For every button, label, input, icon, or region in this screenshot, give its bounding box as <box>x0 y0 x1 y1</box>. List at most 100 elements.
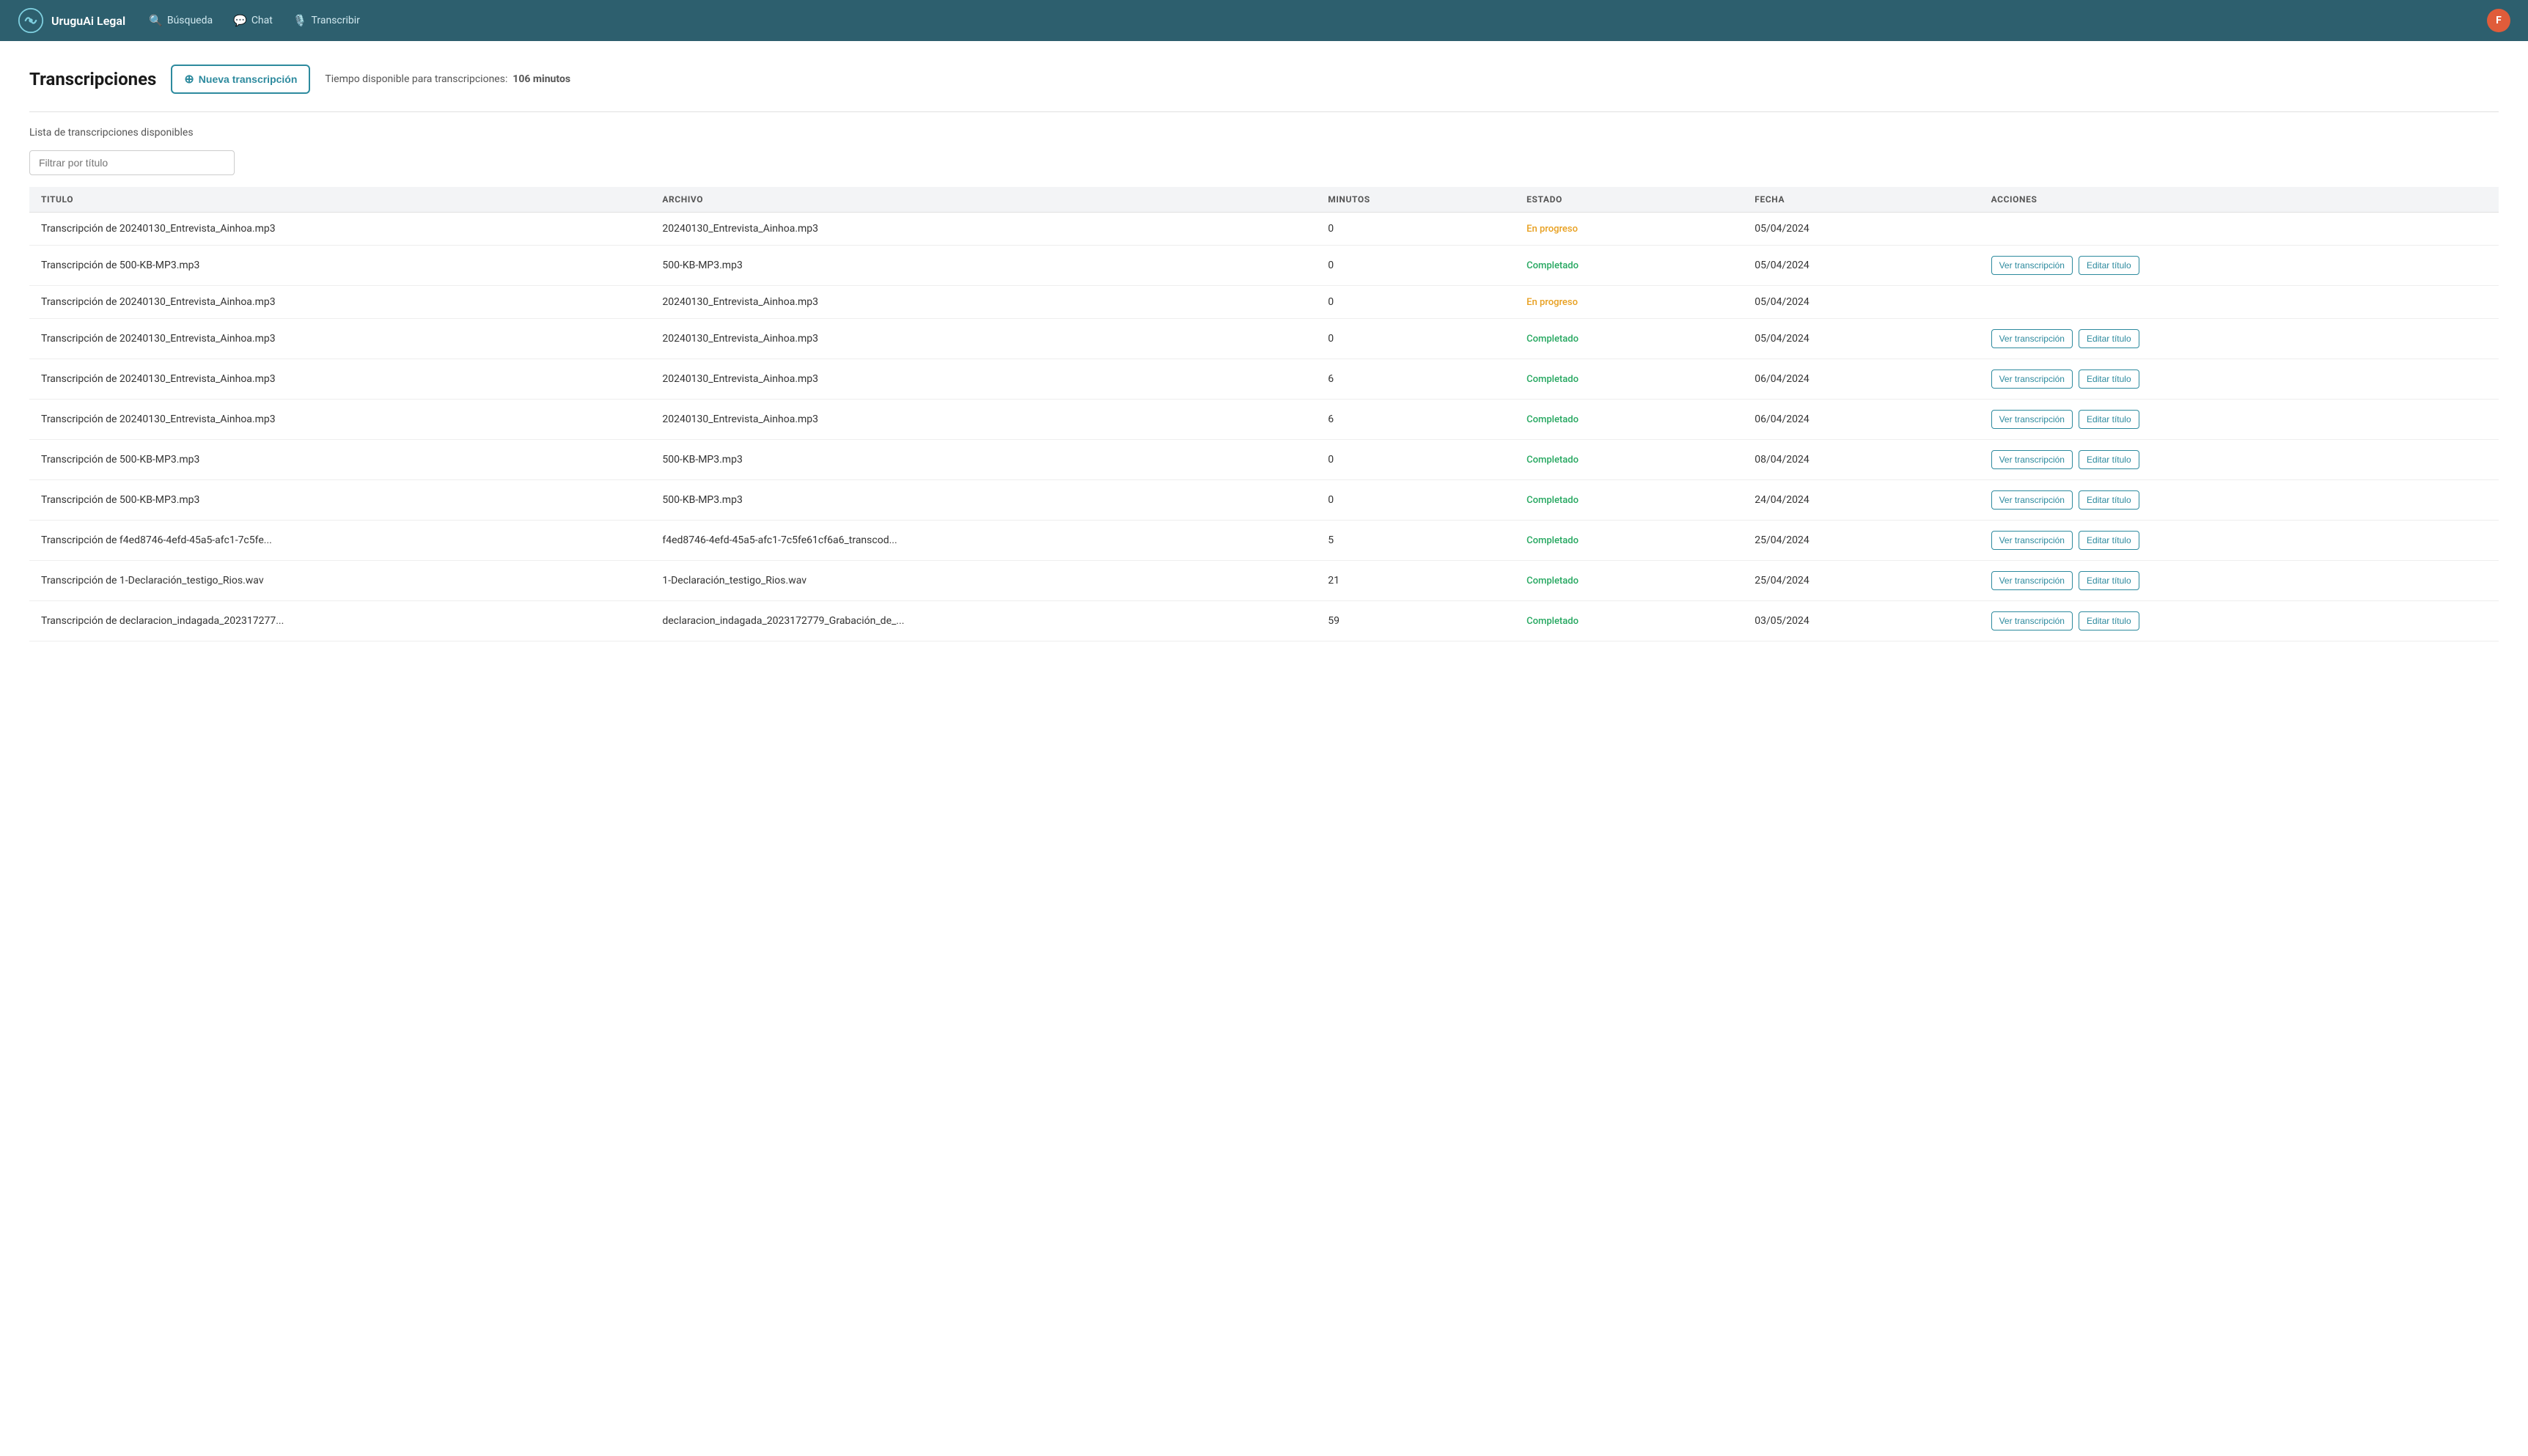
table-row: Transcripción de 500-KB-MP3.mp3 500-KB-M… <box>29 480 2499 521</box>
cell-acciones: Ver transcripción Editar título <box>1980 480 2499 521</box>
cell-titulo: Transcripción de 500-KB-MP3.mp3 <box>29 440 650 480</box>
table-row: Transcripción de 500-KB-MP3.mp3 500-KB-M… <box>29 246 2499 286</box>
col-archivo: ARCHIVO <box>650 187 1316 213</box>
cell-archivo: 500-KB-MP3.mp3 <box>650 440 1316 480</box>
cell-estado: Completado <box>1515 480 1743 521</box>
editar-título-button-7[interactable]: Editar título <box>2079 490 2139 510</box>
cell-titulo: Transcripción de f4ed8746-4efd-45a5-afc1… <box>29 521 650 561</box>
cell-archivo: 20240130_Entrevista_Ainhoa.mp3 <box>650 286 1316 319</box>
cell-minutos: 6 <box>1316 400 1515 440</box>
cell-estado: Completado <box>1515 359 1743 400</box>
cell-fecha: 06/04/2024 <box>1743 359 1979 400</box>
ver-transcripción-button-3[interactable]: Ver transcripción <box>1991 329 2073 348</box>
cell-titulo: Transcripción de 500-KB-MP3.mp3 <box>29 246 650 286</box>
cell-acciones <box>1980 286 2499 319</box>
filter-input[interactable] <box>29 150 235 175</box>
ver-transcripción-button-7[interactable]: Ver transcripción <box>1991 490 2073 510</box>
cell-acciones: Ver transcripción Editar título <box>1980 246 2499 286</box>
cell-fecha: 06/04/2024 <box>1743 400 1979 440</box>
ver-transcripción-button-9[interactable]: Ver transcripción <box>1991 571 2073 590</box>
cell-titulo: Transcripción de 1-Declaración_testigo_R… <box>29 561 650 601</box>
new-transcription-button[interactable]: ⊕ Nueva transcripción <box>171 65 310 94</box>
editar-título-button-4[interactable]: Editar título <box>2079 369 2139 389</box>
cell-estado: Completado <box>1515 319 1743 359</box>
user-avatar[interactable]: F <box>2487 9 2510 32</box>
cell-estado: Completado <box>1515 521 1743 561</box>
cell-titulo: Transcripción de 20240130_Entrevista_Ain… <box>29 359 650 400</box>
nav-busqueda-label: Búsqueda <box>167 15 213 26</box>
cell-titulo: Transcripción de 20240130_Entrevista_Ain… <box>29 213 650 246</box>
editar-título-button-10[interactable]: Editar título <box>2079 611 2139 630</box>
cell-estado: Completado <box>1515 246 1743 286</box>
cell-titulo: Transcripción de 500-KB-MP3.mp3 <box>29 480 650 521</box>
cell-estado: Completado <box>1515 400 1743 440</box>
ver-transcripción-button-6[interactable]: Ver transcripción <box>1991 450 2073 469</box>
plus-icon: ⊕ <box>184 72 194 87</box>
nav-chat[interactable]: 💬 Chat <box>233 11 273 30</box>
cell-minutos: 0 <box>1316 319 1515 359</box>
ver-transcripción-button-10[interactable]: Ver transcripción <box>1991 611 2073 630</box>
time-available-value: 106 minutos <box>512 73 570 85</box>
cell-acciones: Ver transcripción Editar título <box>1980 561 2499 601</box>
cell-estado: Completado <box>1515 440 1743 480</box>
navbar: UruguAi Legal 🔍 Búsqueda 💬 Chat 🎙️ Trans… <box>0 0 2528 41</box>
cell-archivo: 20240130_Entrevista_Ainhoa.mp3 <box>650 319 1316 359</box>
editar-título-button-8[interactable]: Editar título <box>2079 531 2139 550</box>
header-divider <box>29 111 2499 112</box>
table-row: Transcripción de f4ed8746-4efd-45a5-afc1… <box>29 521 2499 561</box>
cell-fecha: 05/04/2024 <box>1743 213 1979 246</box>
cell-minutos: 0 <box>1316 246 1515 286</box>
editar-título-button-5[interactable]: Editar título <box>2079 410 2139 429</box>
cell-minutos: 59 <box>1316 601 1515 641</box>
table-header: TITULO ARCHIVO MINUTOS ESTADO FECHA ACCI… <box>29 187 2499 213</box>
nav-items: 🔍 Búsqueda 💬 Chat 🎙️ Transcribir <box>149 11 2463 30</box>
time-available-text: Tiempo disponible para transcripciones: … <box>325 73 570 85</box>
cell-fecha: 25/04/2024 <box>1743 521 1979 561</box>
table-body: Transcripción de 20240130_Entrevista_Ain… <box>29 213 2499 641</box>
nav-chat-label: Chat <box>251 15 273 26</box>
col-titulo: TITULO <box>29 187 650 213</box>
nav-transcribir[interactable]: 🎙️ Transcribir <box>293 11 360 30</box>
cell-minutos: 0 <box>1316 440 1515 480</box>
cell-archivo: f4ed8746-4efd-45a5-afc1-7c5fe61cf6a6_tra… <box>650 521 1316 561</box>
editar-título-button-1[interactable]: Editar título <box>2079 256 2139 275</box>
cell-archivo: 1-Declaración_testigo_Rios.wav <box>650 561 1316 601</box>
col-acciones: ACCIONES <box>1980 187 2499 213</box>
cell-acciones: Ver transcripción Editar título <box>1980 521 2499 561</box>
nav-busqueda[interactable]: 🔍 Búsqueda <box>149 11 213 30</box>
cell-minutos: 0 <box>1316 213 1515 246</box>
cell-fecha: 24/04/2024 <box>1743 480 1979 521</box>
cell-fecha: 08/04/2024 <box>1743 440 1979 480</box>
cell-minutos: 6 <box>1316 359 1515 400</box>
chat-icon: 💬 <box>233 14 247 27</box>
cell-titulo: Transcripción de 20240130_Entrevista_Ain… <box>29 400 650 440</box>
col-minutos: MINUTOS <box>1316 187 1515 213</box>
editar-título-button-9[interactable]: Editar título <box>2079 571 2139 590</box>
cell-archivo: 20240130_Entrevista_Ainhoa.mp3 <box>650 400 1316 440</box>
editar-título-button-3[interactable]: Editar título <box>2079 329 2139 348</box>
ver-transcripción-button-5[interactable]: Ver transcripción <box>1991 410 2073 429</box>
cell-archivo: 500-KB-MP3.mp3 <box>650 246 1316 286</box>
brand[interactable]: UruguAi Legal <box>18 7 125 34</box>
ver-transcripción-button-4[interactable]: Ver transcripción <box>1991 369 2073 389</box>
cell-minutos: 5 <box>1316 521 1515 561</box>
cell-titulo: Transcripción de 20240130_Entrevista_Ain… <box>29 286 650 319</box>
col-fecha: FECHA <box>1743 187 1979 213</box>
cell-estado: Completado <box>1515 601 1743 641</box>
cell-estado: En progreso <box>1515 286 1743 319</box>
table-row: Transcripción de 20240130_Entrevista_Ain… <box>29 359 2499 400</box>
cell-acciones: Ver transcripción Editar título <box>1980 601 2499 641</box>
table-row: Transcripción de 20240130_Entrevista_Ain… <box>29 213 2499 246</box>
cell-acciones: Ver transcripción Editar título <box>1980 359 2499 400</box>
nav-transcribir-label: Transcribir <box>312 15 360 26</box>
table-row: Transcripción de 20240130_Entrevista_Ain… <box>29 400 2499 440</box>
cell-titulo: Transcripción de 20240130_Entrevista_Ain… <box>29 319 650 359</box>
table-header-row: TITULO ARCHIVO MINUTOS ESTADO FECHA ACCI… <box>29 187 2499 213</box>
ver-transcripción-button-1[interactable]: Ver transcripción <box>1991 256 2073 275</box>
editar-título-button-6[interactable]: Editar título <box>2079 450 2139 469</box>
table-row: Transcripción de 500-KB-MP3.mp3 500-KB-M… <box>29 440 2499 480</box>
cell-acciones <box>1980 213 2499 246</box>
cell-archivo: 500-KB-MP3.mp3 <box>650 480 1316 521</box>
ver-transcripción-button-8[interactable]: Ver transcripción <box>1991 531 2073 550</box>
table-row: Transcripción de declaracion_indagada_20… <box>29 601 2499 641</box>
